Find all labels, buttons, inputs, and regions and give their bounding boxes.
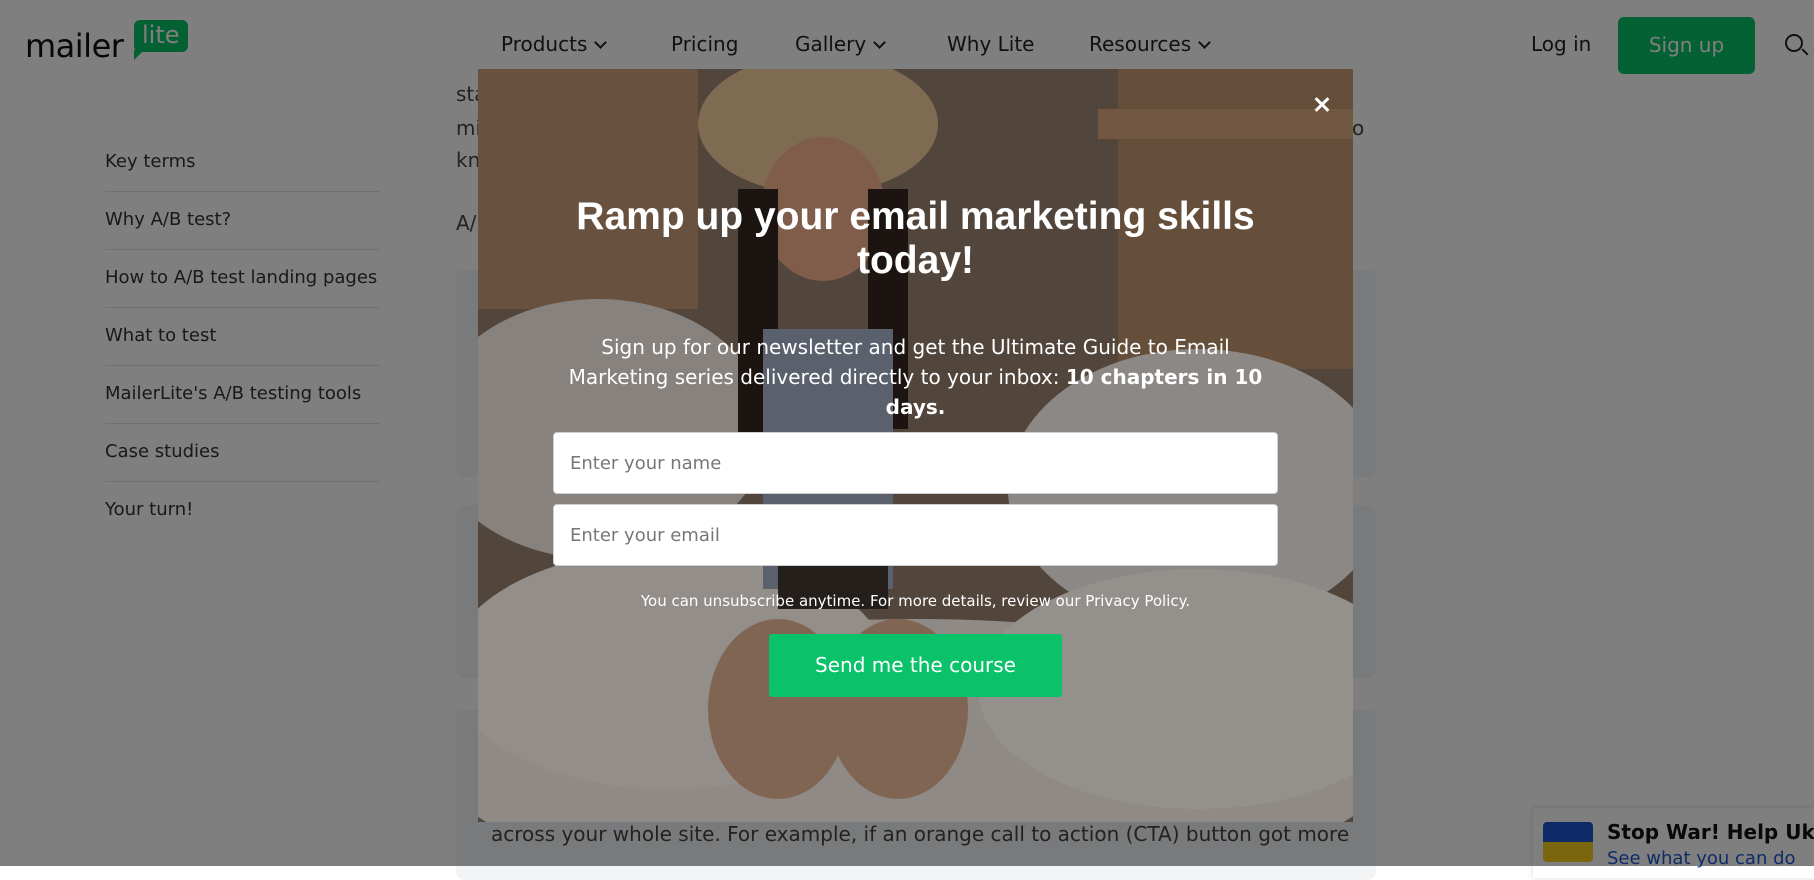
newsletter-modal: Ramp up your email marketing skills toda… xyxy=(478,69,1353,822)
send-course-button[interactable]: Send me the course xyxy=(769,634,1062,697)
modal-subtitle: Sign up for our newsletter and get the U… xyxy=(558,332,1273,422)
unsubscribe-notice: You can unsubscribe anytime. For more de… xyxy=(640,592,1191,610)
name-field[interactable] xyxy=(553,432,1278,494)
email-field[interactable] xyxy=(553,504,1278,566)
modal-title: Ramp up your email marketing skills toda… xyxy=(576,195,1255,282)
close-icon[interactable] xyxy=(1310,93,1334,117)
